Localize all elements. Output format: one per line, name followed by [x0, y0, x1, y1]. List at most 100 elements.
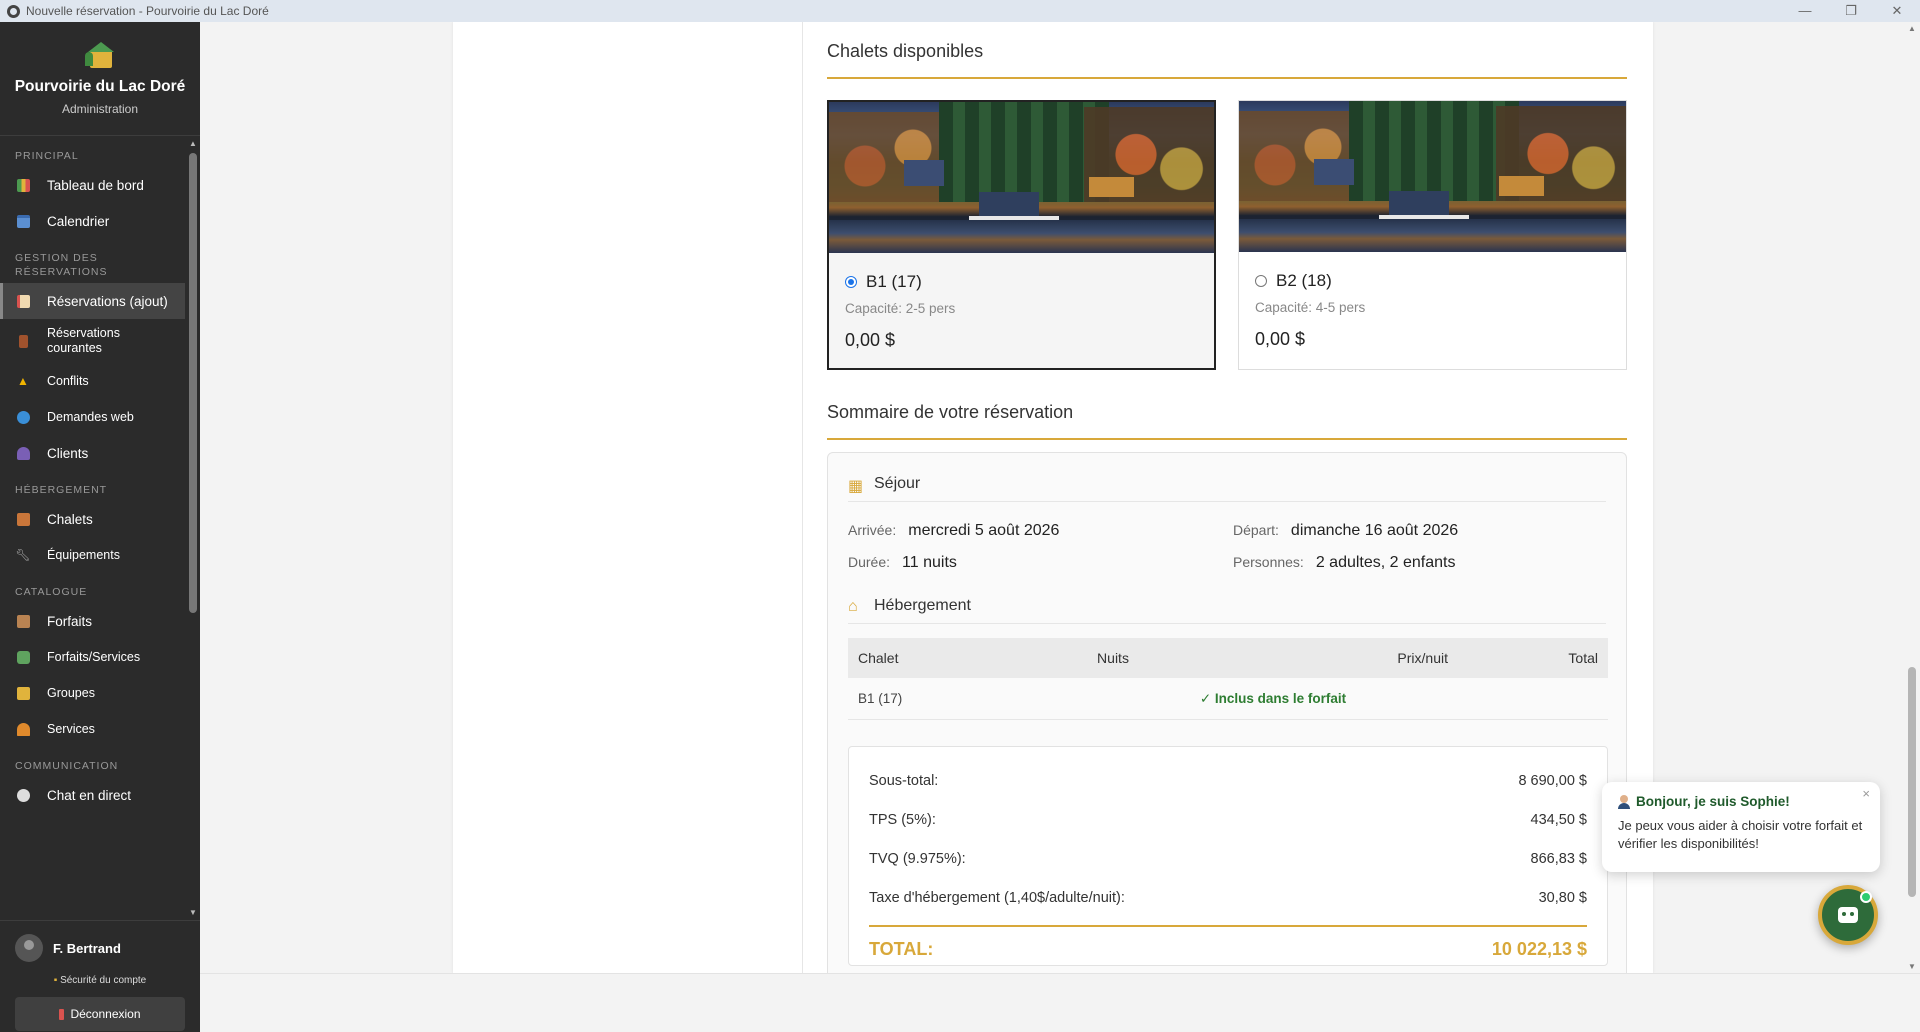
table-row: B1 (17) ✓ Inclus dans le forfait	[848, 678, 1608, 720]
sidebar-item-conflicts[interactable]: ▲ Conflits	[0, 363, 185, 399]
total-row: TOTAL: 10 022,13 $	[869, 939, 1587, 960]
chalet-capacity: Capacité: 4-5 pers	[1255, 300, 1366, 315]
chalet-radio-b1[interactable]	[845, 276, 857, 288]
col-chalet: Chalet	[858, 650, 899, 666]
sidebar-item-groups[interactable]: Groupes	[0, 675, 185, 711]
section-gestion: GESTION DES RÉSERVATIONS	[15, 252, 108, 278]
sidebar-item-reservations-current[interactable]: Réservations courantes	[0, 319, 185, 363]
minimize-button[interactable]: —	[1782, 0, 1828, 22]
brand-subtitle: Administration	[61, 102, 139, 116]
departure-label: Départ:	[1233, 522, 1279, 538]
departure-value: dimanche 16 août 2026	[1290, 522, 1459, 539]
sidebar-item-live-chat[interactable]: Chat en direct	[0, 777, 185, 813]
scrollbar-thumb[interactable]	[189, 153, 197, 613]
scroll-down-icon[interactable]: ▼	[1904, 962, 1920, 971]
sidebar-item-label: Services	[47, 722, 95, 736]
col-price-night: Prix/nuit	[1397, 650, 1448, 666]
sidebar-item-services[interactable]: Services	[0, 711, 185, 747]
total-value: 10 022,13 $	[1491, 939, 1587, 959]
window-titlebar: Nouvelle réservation - Pourvoirie du Lac…	[0, 0, 1920, 22]
close-window-button[interactable]: ✕	[1874, 0, 1920, 22]
tps-value: 434,50 $	[1530, 811, 1587, 828]
bottom-bar	[200, 973, 1920, 1032]
wrench-icon: 🔧︎	[15, 548, 31, 562]
scroll-up-icon[interactable]: ▲	[186, 137, 200, 151]
maximize-button[interactable]: ❐	[1828, 0, 1874, 22]
calendar-icon	[15, 213, 31, 229]
arrival-value: mercredi 5 août 2026	[908, 522, 1060, 539]
duration-value: 11 nuits	[902, 554, 957, 571]
scroll-down-icon[interactable]: ▼	[186, 906, 200, 920]
sidebar-item-label: Demandes web	[47, 410, 134, 424]
folder-icon	[15, 685, 31, 701]
tvq-value: 866,83 $	[1530, 850, 1587, 867]
chalet-card-b1[interactable]: B1 (17) Capacité: 2-5 pers 0,00 $	[827, 100, 1216, 370]
avatar	[15, 934, 43, 962]
lodging-tax-label: Taxe d'hébergement (1,40$/adulte/nuit):	[869, 889, 1125, 906]
chalet-list: B1 (17) Capacité: 2-5 pers 0,00 $ B2 (18…	[827, 100, 1627, 370]
stay-details: Arrivée: mercredi 5 août 2026 Départ: dima…	[848, 522, 1606, 572]
sidebar-item-dashboard[interactable]: Tableau de bord	[0, 167, 185, 203]
clipboard-icon	[15, 333, 31, 349]
sidebar-item-packages-services[interactable]: Forfaits/Services	[0, 639, 185, 675]
section-hebergement: HÉBERGEMENT	[15, 484, 108, 496]
brand-name: Pourvoirie du Lac Doré	[14, 78, 186, 95]
lodging-table: Chalet Nuits Prix/nuit Total B1 (17) ✓ I…	[848, 638, 1608, 720]
section-communication: COMMUNICATION	[15, 760, 119, 772]
chalets-title: Chalets disponibles	[827, 41, 1627, 79]
chalet-photo	[829, 102, 1214, 253]
sidebar-scrollbar[interactable]: ▲ ▼	[186, 137, 200, 920]
sidebar-item-packages[interactable]: Forfaits	[0, 603, 185, 639]
chatbot-launcher-button[interactable]	[1818, 885, 1878, 945]
chalet-capacity: Capacité: 2-5 pers	[845, 301, 956, 316]
summary-panel: ▦ Séjour Arrivée: mercredi 5 août 2026 Dé…	[827, 452, 1627, 973]
brand: Pourvoirie du Lac Doré Administration	[0, 22, 200, 136]
person-icon	[1618, 794, 1630, 809]
section-catalogue: CATALOGUE	[15, 586, 88, 598]
app-icon	[7, 4, 20, 18]
sidebar-item-calendar[interactable]: Calendrier	[0, 203, 185, 239]
chalet-radio-b2[interactable]	[1255, 275, 1267, 287]
col-nights: Nuits	[1097, 650, 1129, 666]
sidebar-item-label: Réservations (ajout)	[47, 293, 168, 309]
scroll-up-icon[interactable]: ▲	[1904, 24, 1920, 33]
account-security-link[interactable]: ▪ Sécurité du compte	[0, 975, 200, 986]
arrival-label: Arrivée:	[848, 522, 897, 538]
subtotal-label: Sous-total:	[869, 772, 939, 789]
table-header: Chalet Nuits Prix/nuit Total	[848, 638, 1608, 678]
robot-icon	[1838, 907, 1858, 923]
logout-button[interactable]: Déconnexion	[15, 997, 185, 1031]
col-total: Total	[1568, 650, 1598, 666]
window-title: Nouvelle réservation - Pourvoirie du Lac…	[26, 4, 269, 18]
duration-label: Durée:	[848, 554, 891, 570]
account-security-label: Sécurité du compte	[60, 975, 147, 986]
sidebar-item-equipment[interactable]: 🔧︎ Équipements	[0, 537, 185, 573]
sidebar-item-chalets[interactable]: Chalets	[0, 501, 185, 537]
chat-bubble: × Bonjour, je suis Sophie! Je peux vous …	[1602, 782, 1880, 872]
chalet-name: B1 (17)	[866, 272, 922, 291]
lock-icon: ▪	[53, 975, 58, 986]
sidebar-item-reservations-add[interactable]: Réservations (ajout)	[0, 283, 185, 319]
total-divider	[869, 925, 1587, 927]
warning-icon: ▲	[17, 374, 29, 388]
sidebar-item-web-requests[interactable]: Demandes web	[0, 399, 185, 435]
lodging-header: ⌂ Hébergement	[848, 592, 1606, 624]
reservation-card: Chalets disponibles B1 (17) Capacité: 2-…	[453, 22, 1653, 973]
persons-value: 2 adultes, 2 enfants	[1315, 554, 1456, 571]
sidebar-item-clients[interactable]: Clients	[0, 435, 185, 471]
reservation-main: Chalets disponibles B1 (17) Capacité: 2-…	[827, 22, 1627, 973]
chat-greeting: Bonjour, je suis Sophie!	[1636, 794, 1790, 809]
speech-bubble-icon	[15, 787, 31, 803]
sidebar-item-label: Chalets	[47, 511, 93, 527]
scrollbar-thumb[interactable]	[1908, 667, 1916, 897]
globe-icon	[15, 409, 31, 425]
chalet-photo	[1239, 101, 1626, 252]
sidebar-item-label: Conflits	[47, 374, 89, 388]
subtotal-row: Sous-total: 8 690,00 $	[869, 761, 1587, 800]
chalet-card-b2[interactable]: B2 (18) Capacité: 4-5 pers 0,00 $	[1238, 100, 1627, 370]
close-chat-bubble-button[interactable]: ×	[1862, 786, 1870, 801]
sidebar-item-label: Calendrier	[47, 213, 110, 229]
totals-box: Sous-total: 8 690,00 $ TPS (5%): 434,50 $ …	[848, 746, 1608, 966]
page-scrollbar[interactable]: ▲ ▼	[1904, 22, 1920, 973]
included-note: ✓ Inclus dans le forfait	[1199, 690, 1347, 706]
